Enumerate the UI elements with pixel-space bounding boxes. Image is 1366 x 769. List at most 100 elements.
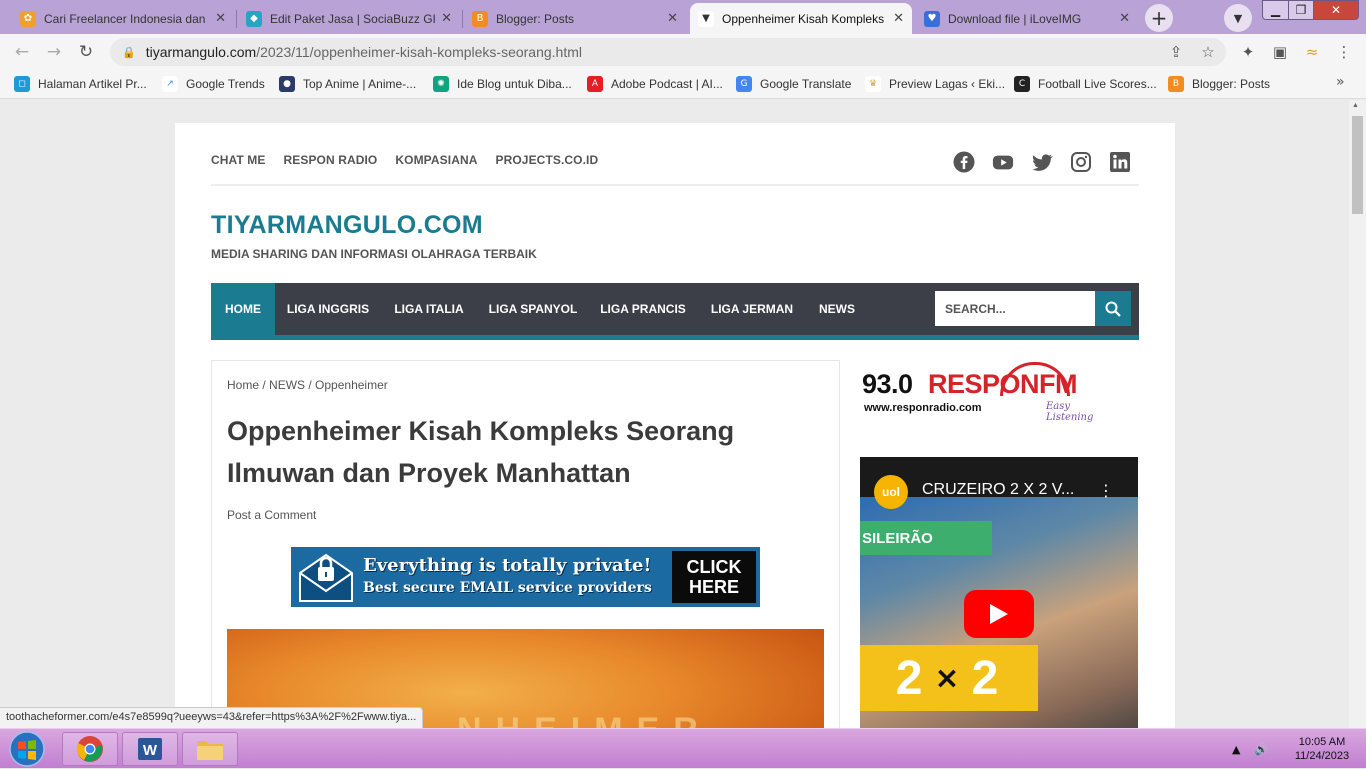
- svg-text:W: W: [143, 742, 158, 759]
- twitter-icon[interactable]: [1031, 151, 1053, 173]
- nav-liga-prancis[interactable]: LIGA PRANCIS: [589, 283, 697, 335]
- scrollbar-thumb[interactable]: [1352, 116, 1363, 214]
- video-score: 2 × 2: [860, 645, 1038, 711]
- close-icon[interactable]: ✕: [667, 11, 678, 26]
- top-menu: CHAT ME RESPON RADIO KOMPASIANA PROJECTS…: [211, 153, 598, 167]
- respon-fm-logo[interactable]: 93.0 RESPONFM www.responradio.com Easy L…: [860, 358, 1110, 423]
- clock-time: 10:05 AM: [1298, 736, 1346, 748]
- bookmarks-overflow-chevron-icon[interactable]: »: [1336, 74, 1345, 90]
- channel-avatar[interactable]: uol: [874, 475, 908, 509]
- maximize-button[interactable]: ❐: [1288, 0, 1314, 20]
- top-menu-kompasiana[interactable]: KOMPASIANA: [395, 153, 477, 167]
- scroll-up-arrow-icon[interactable]: ▲: [1352, 102, 1359, 109]
- reload-icon[interactable]: ↻: [72, 38, 100, 66]
- bookmark-item[interactable]: ↗ Google Trends: [162, 75, 265, 93]
- new-tab-button[interactable]: +: [1145, 4, 1173, 32]
- nav-liga-spanyol[interactable]: LIGA SPANYOL: [477, 283, 589, 335]
- search-input[interactable]: [935, 291, 1095, 326]
- side-panel-icon[interactable]: ▣: [1270, 42, 1290, 62]
- play-button[interactable]: [964, 590, 1034, 638]
- top-menu-respon-radio[interactable]: RESPON RADIO: [283, 153, 377, 167]
- tab-title: Download file | iLoveIMG: [948, 11, 1082, 26]
- nav-liga-jerman[interactable]: LIGA JERMAN: [697, 283, 807, 335]
- url-host: tiyarmangulo.com: [145, 44, 257, 60]
- nav-news[interactable]: NEWS: [807, 283, 867, 335]
- facebook-icon[interactable]: [953, 151, 975, 173]
- crown-icon: ♛: [865, 76, 881, 92]
- top-menu-projects[interactable]: PROJECTS.CO.ID: [496, 153, 599, 167]
- address-bar[interactable]: 🔒 tiyarmangulo.com/2023/11/oppenheimer-k…: [110, 38, 1226, 66]
- close-window-button[interactable]: ✕: [1313, 0, 1359, 20]
- taskbar-explorer[interactable]: [182, 732, 238, 766]
- bookmark-label: Halaman Artikel Pr...: [38, 77, 147, 91]
- nav-home[interactable]: HOME: [211, 283, 275, 335]
- breadcrumb-label[interactable]: Oppenheimer: [315, 378, 388, 392]
- browser-tab-4-active[interactable]: ▼ Oppenheimer Kisah Kompleks ✕: [690, 3, 912, 34]
- radio-brand: RESPONFM: [928, 369, 1078, 399]
- minimize-button[interactable]: ▁: [1262, 0, 1289, 20]
- browser-tab-5[interactable]: ♥ Download file | iLoveIMG ✕: [916, 3, 1138, 34]
- tab-separator: [462, 10, 463, 28]
- translate-icon: G: [736, 76, 752, 92]
- system-clock[interactable]: 10:05 AM 11/24/2023: [1282, 735, 1362, 763]
- ad-banner[interactable]: Everything is totally private! Best secu…: [291, 547, 760, 607]
- ad-cta-line: CLICK: [686, 557, 742, 577]
- bookmark-item[interactable]: ♛ Preview Lagas ‹ Eki...: [865, 75, 1005, 93]
- ad-subline: Best secure EMAIL service providers: [363, 580, 652, 596]
- lock-icon: 🔒: [122, 45, 136, 59]
- breadcrumb-separator: /: [259, 378, 270, 392]
- nav-liga-inggris[interactable]: LIGA INGGRIS: [275, 283, 381, 335]
- bookmark-label: Top Anime | Anime-...: [303, 77, 417, 91]
- windows-logo-icon: [9, 731, 45, 767]
- youtube-icon[interactable]: [992, 151, 1014, 173]
- post-comment-link[interactable]: Post a Comment: [227, 508, 316, 522]
- clock-date: 11/24/2023: [1294, 750, 1350, 762]
- bookmark-item[interactable]: G Google Translate: [736, 75, 851, 93]
- browser-tab-1[interactable]: ✿ Cari Freelancer Indonesia dan F ✕: [12, 3, 234, 34]
- close-icon[interactable]: ✕: [441, 11, 452, 26]
- video-title[interactable]: CRUZEIRO 2 X 2 V...: [922, 481, 1074, 499]
- site-description: MEDIA SHARING DAN INFORMASI OLAHRAGA TER…: [211, 247, 537, 261]
- bookmark-item[interactable]: ✺ Ide Blog untuk Diba...: [433, 75, 572, 93]
- bookmark-item[interactable]: ◻ Halaman Artikel Pr...: [14, 75, 147, 93]
- social-links: [953, 151, 1131, 173]
- ad-text: Everything is totally private! Best secu…: [361, 555, 672, 599]
- extension-icon[interactable]: ≈: [1302, 42, 1322, 62]
- volume-icon[interactable]: 🔊: [1254, 743, 1268, 756]
- close-icon[interactable]: ✕: [215, 11, 226, 26]
- back-arrow-icon[interactable]: ←: [8, 38, 36, 66]
- taskbar-word[interactable]: W: [122, 732, 178, 766]
- search-button[interactable]: [1095, 291, 1131, 326]
- start-button[interactable]: [2, 730, 52, 768]
- forward-arrow-icon[interactable]: →: [40, 38, 68, 66]
- nav-liga-italia[interactable]: LIGA ITALIA: [381, 283, 477, 335]
- youtube-embed[interactable]: uol CRUZEIRO 2 X 2 V... ⋮ SILEIRÃO 2 × 2: [860, 457, 1138, 728]
- ad-click-here-button[interactable]: CLICK HERE: [672, 551, 756, 603]
- breadcrumb-category[interactable]: NEWS: [269, 378, 305, 392]
- close-icon[interactable]: ✕: [1119, 11, 1130, 26]
- browser-tab-2[interactable]: ◆ Edit Paket Jasa | SociaBuzz GIG ✕: [238, 3, 460, 34]
- bookmark-label: Adobe Podcast | AI...: [611, 77, 723, 91]
- browser-tab-3[interactable]: B Blogger: Posts ✕: [464, 3, 686, 34]
- instagram-icon[interactable]: [1070, 151, 1092, 173]
- video-more-options-icon[interactable]: ⋮: [1098, 481, 1114, 500]
- bookmark-item[interactable]: B Blogger: Posts: [1168, 75, 1270, 93]
- tab-search-chevron-icon[interactable]: ▼: [1224, 4, 1252, 32]
- extensions-puzzle-icon[interactable]: ✦: [1238, 42, 1258, 62]
- top-menu-chat-me[interactable]: CHAT ME: [211, 153, 265, 167]
- breadcrumb-home[interactable]: Home: [227, 378, 259, 392]
- chatgpt-icon: ✺: [433, 76, 449, 92]
- bookmark-star-icon[interactable]: ☆: [1198, 42, 1218, 62]
- bookmark-item[interactable]: ● Top Anime | Anime-...: [279, 75, 416, 93]
- bookmark-item[interactable]: C Football Live Scores...: [1014, 75, 1157, 93]
- tray-expand-icon[interactable]: ▲: [1232, 743, 1240, 756]
- bookmark-item[interactable]: A Adobe Podcast | AI...: [587, 75, 723, 93]
- kebab-menu-icon[interactable]: ⋮: [1334, 42, 1354, 62]
- close-icon[interactable]: ✕: [893, 11, 904, 26]
- linkedin-icon[interactable]: [1109, 151, 1131, 173]
- share-icon[interactable]: ⇪: [1166, 42, 1186, 62]
- blogger-favicon-icon: B: [1168, 76, 1184, 92]
- site-title[interactable]: TIYARMANGULO.COM: [211, 211, 483, 240]
- taskbar-chrome[interactable]: [62, 732, 118, 766]
- browser-tab-strip: ✿ Cari Freelancer Indonesia dan F ✕ ◆ Ed…: [0, 0, 1366, 34]
